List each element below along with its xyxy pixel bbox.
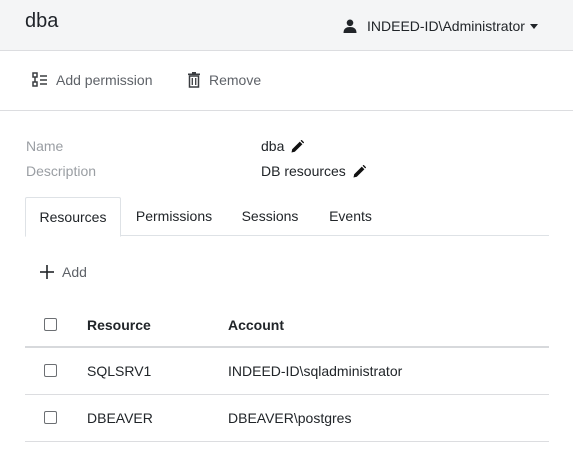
tab-permissions[interactable]: Permissions	[129, 197, 219, 236]
user-icon	[343, 19, 357, 33]
description-text: DB resources	[261, 163, 346, 179]
column-resource[interactable]: Resource	[87, 317, 151, 333]
user-name: INDEED-ID\Administrator	[367, 18, 525, 34]
column-account[interactable]: Account	[228, 317, 284, 333]
resource-cell: SQLSRV1	[87, 363, 152, 379]
add-permission-button[interactable]: Add permission	[32, 72, 153, 88]
name-row: Name dba	[26, 138, 546, 154]
name-value: dba	[261, 138, 305, 154]
remove-button[interactable]: Remove	[187, 72, 261, 88]
table-header: Resource Account	[25, 303, 549, 348]
add-label: Add	[62, 264, 87, 280]
add-permission-label: Add permission	[56, 72, 153, 88]
name-label: Name	[26, 138, 64, 154]
row-checkbox[interactable]	[44, 364, 57, 377]
edit-description-pencil-icon[interactable]	[353, 164, 366, 178]
trash-icon	[188, 72, 200, 88]
toolbar: Add permission Remove	[0, 51, 573, 111]
resource-cell: DBEAVER	[87, 410, 153, 426]
plus-icon	[40, 265, 54, 279]
description-value: DB resources	[261, 163, 366, 179]
description-label: Description	[26, 163, 97, 179]
page-header: dba INDEED-ID\Administrator	[0, 0, 573, 51]
name-text: dba	[261, 138, 285, 154]
tab-events[interactable]: Events	[323, 197, 378, 236]
tab-bar: Resources Permissions Sessions Events	[25, 197, 549, 237]
row-checkbox[interactable]	[44, 411, 57, 424]
description-row: Description DB resources	[26, 163, 546, 179]
list-add-icon	[32, 72, 47, 87]
account-cell: INDEED-ID\sqladministrator	[228, 363, 403, 379]
add-resource-button[interactable]: Add	[39, 264, 87, 280]
table-row[interactable]: DBEAVER DBEAVER\postgres	[25, 395, 549, 442]
page-title: dba	[25, 10, 59, 32]
table-row[interactable]: SQLSRV1 INDEED-ID\sqladministrator	[25, 348, 549, 395]
caret-down-icon	[529, 24, 538, 29]
edit-name-pencil-icon[interactable]	[291, 139, 305, 153]
select-all-checkbox[interactable]	[44, 318, 57, 331]
remove-label: Remove	[209, 72, 262, 88]
tab-resources[interactable]: Resources	[25, 197, 121, 237]
account-cell: DBEAVER\postgres	[228, 410, 352, 426]
user-menu[interactable]: INDEED-ID\Administrator	[343, 18, 538, 34]
tab-sessions[interactable]: Sessions	[235, 197, 305, 236]
